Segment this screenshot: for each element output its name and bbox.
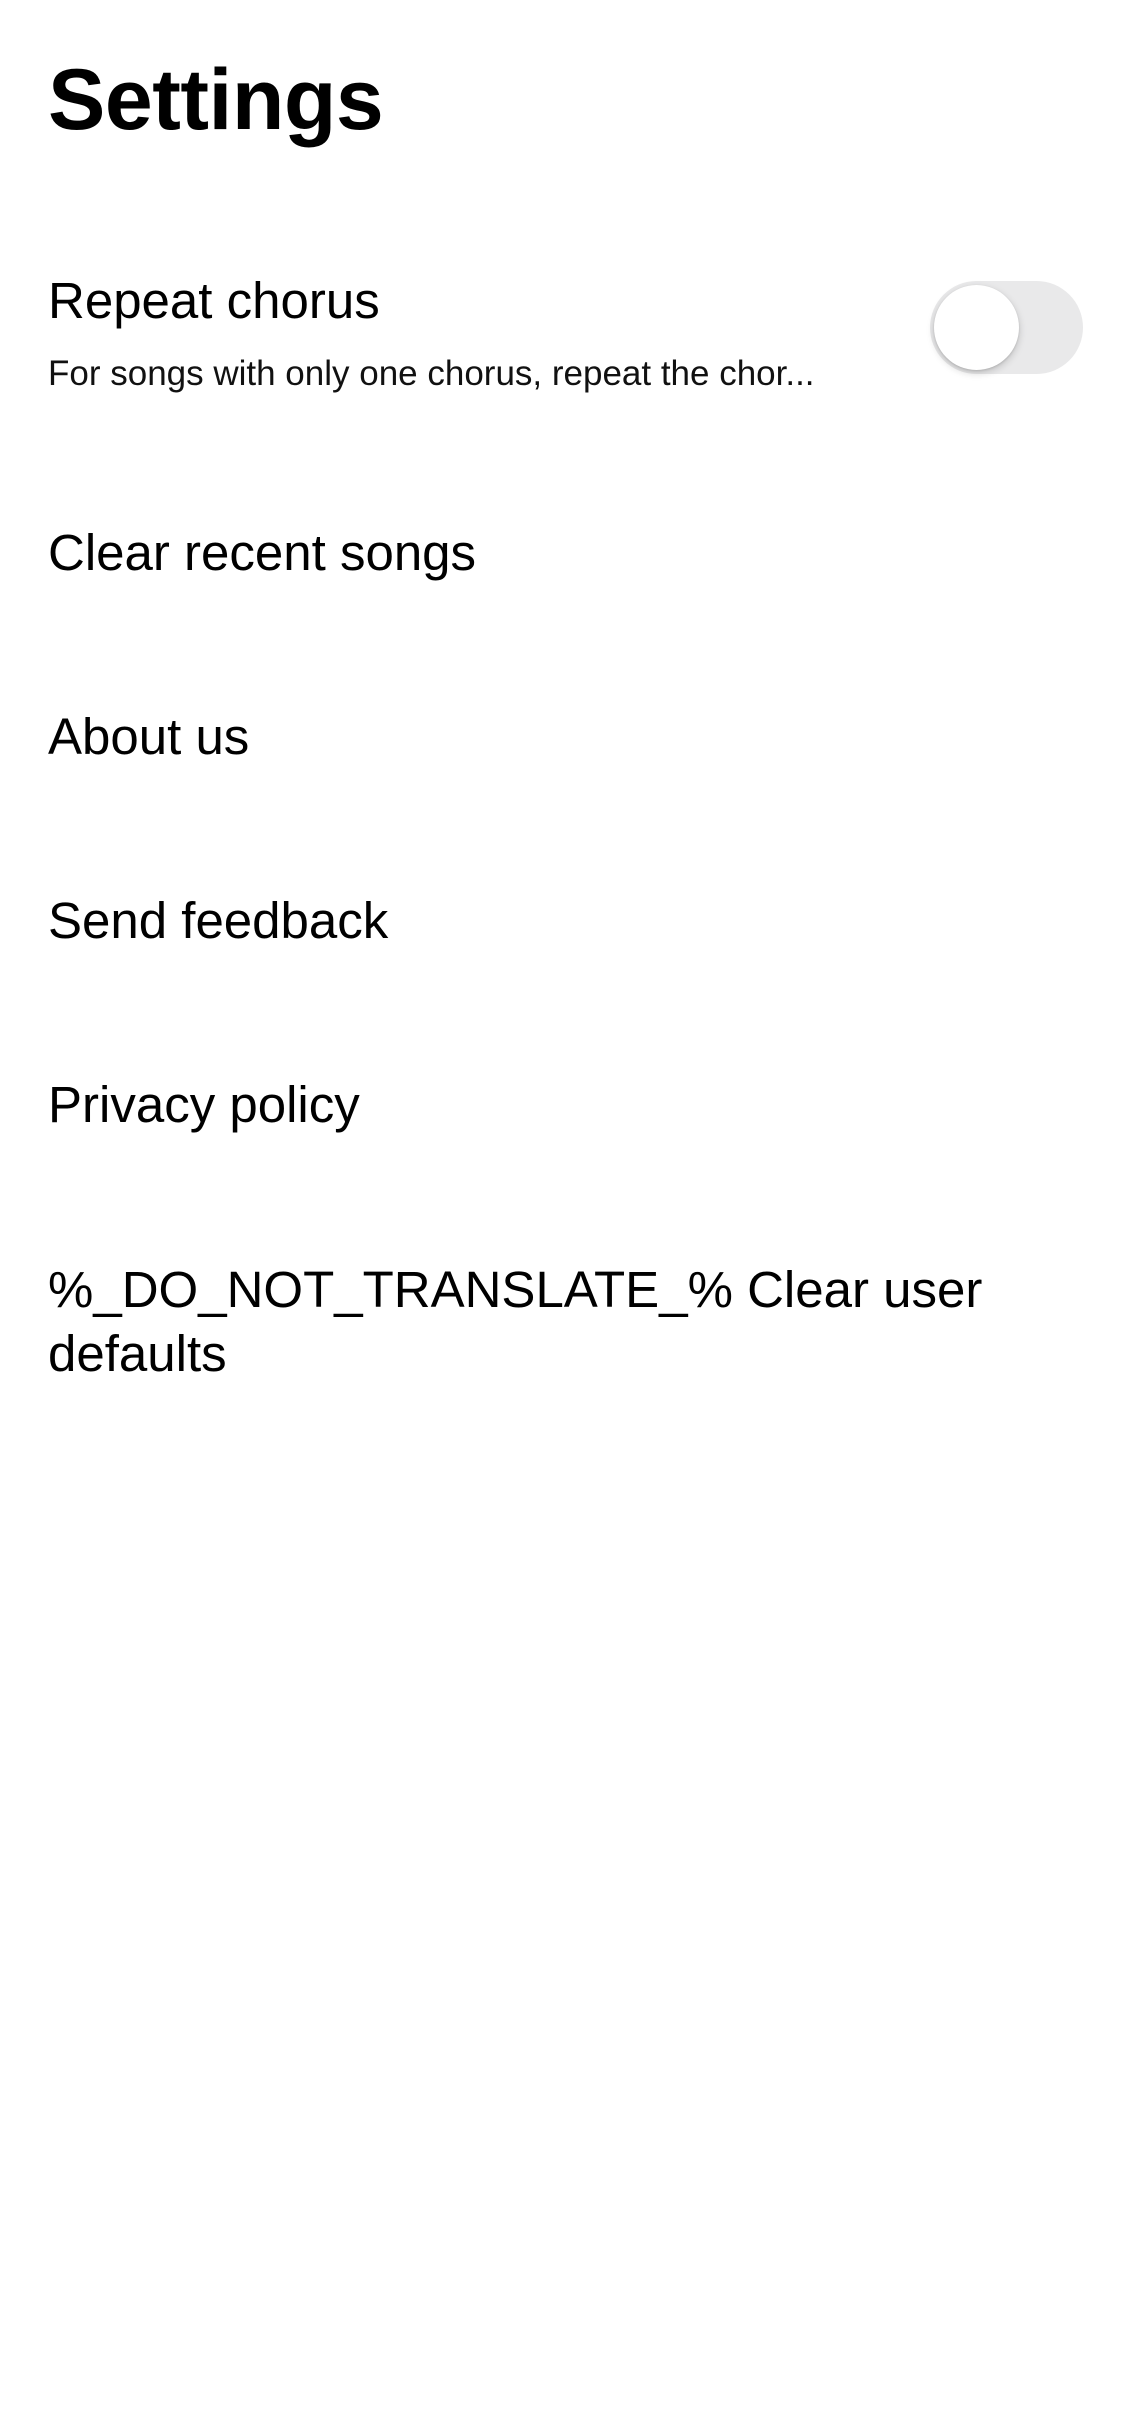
- clear-recent-songs-row[interactable]: Clear recent songs: [0, 500, 1125, 620]
- clear-user-defaults-label: %_DO_NOT_TRANSLATE_% Clear user defaults: [48, 1261, 983, 1382]
- send-feedback-row[interactable]: Send feedback: [0, 868, 1125, 988]
- clear-user-defaults-row[interactable]: %_DO_NOT_TRANSLATE_% Clear user defaults: [0, 1236, 1125, 1406]
- privacy-policy-label: Privacy policy: [48, 1076, 360, 1133]
- toggle-knob: [934, 285, 1019, 370]
- about-us-label: About us: [48, 708, 250, 765]
- repeat-chorus-toggle[interactable]: [930, 281, 1083, 374]
- privacy-policy-row[interactable]: Privacy policy: [0, 1052, 1125, 1172]
- page-title: Settings: [48, 52, 384, 148]
- clear-recent-songs-label: Clear recent songs: [48, 524, 477, 581]
- repeat-chorus-description: For songs with only one chorus, repeat t…: [48, 354, 815, 393]
- send-feedback-label: Send feedback: [48, 892, 389, 949]
- repeat-chorus-label: Repeat chorus: [48, 272, 380, 329]
- about-us-row[interactable]: About us: [0, 684, 1125, 804]
